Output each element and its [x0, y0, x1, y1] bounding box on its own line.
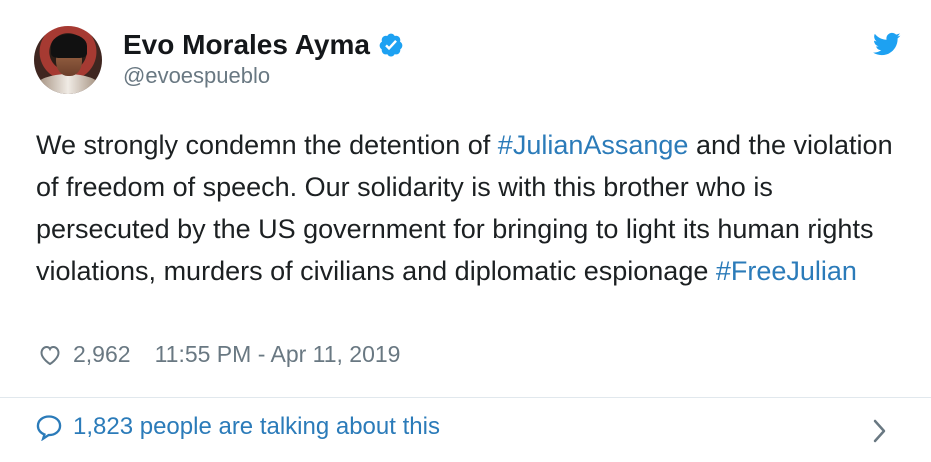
avatar-shirt [36, 74, 100, 94]
twitter-bird-icon[interactable] [870, 30, 904, 58]
author-name-block[interactable]: Evo Morales Ayma @evoespueblo [123, 29, 404, 89]
author-avatar[interactable] [34, 26, 102, 94]
hashtag-julianassange[interactable]: #JulianAssange [498, 130, 689, 160]
heart-icon[interactable] [37, 343, 63, 367]
avatar-hair [51, 34, 87, 58]
footer-divider [0, 397, 931, 398]
tweet-card: Evo Morales Ayma @evoespueblo We strongl… [0, 0, 931, 462]
author-name-row: Evo Morales Ayma [123, 29, 404, 61]
author-display-name[interactable]: Evo Morales Ayma [123, 29, 370, 61]
chevron-right-icon[interactable] [872, 418, 888, 444]
like-count[interactable]: 2,962 [73, 341, 131, 368]
verified-icon [379, 33, 403, 57]
hashtag-freejulian[interactable]: #FreeJulian [716, 256, 857, 286]
tweet-text-before: We strongly condemn the detention of [36, 130, 498, 160]
tweet-header: Evo Morales Ayma @evoespueblo [34, 24, 904, 94]
conversation-link[interactable]: 1,823 people are talking about this [73, 413, 440, 441]
tweet-text: We strongly condemn the detention of #Ju… [36, 124, 896, 292]
conversation-footer[interactable]: 1,823 people are talking about this [35, 413, 440, 441]
tweet-timestamp[interactable]: 11:55 PM - Apr 11, 2019 [155, 341, 401, 368]
speech-bubble-icon [36, 415, 62, 441]
author-handle[interactable]: @evoespueblo [123, 63, 404, 89]
tweet-meta: 2,962 11:55 PM - Apr 11, 2019 [37, 341, 400, 368]
